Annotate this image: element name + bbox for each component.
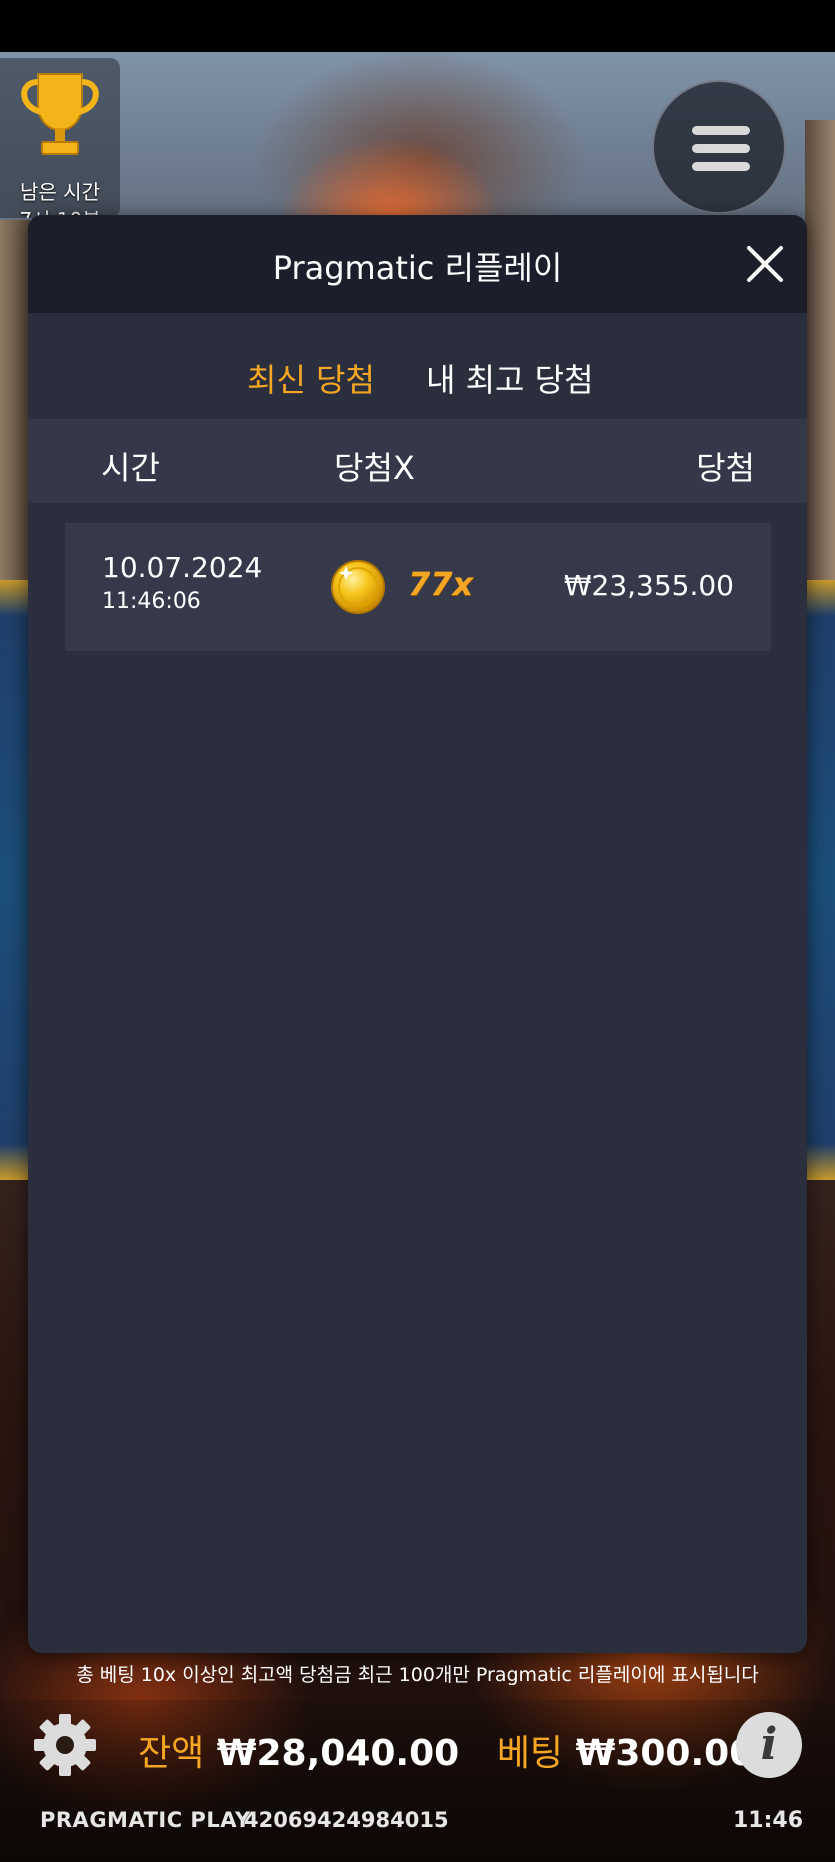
row-multiplier: 77x xyxy=(408,565,474,603)
bet-label: 베팅 xyxy=(496,1733,564,1774)
column-header-time: 시간 xyxy=(101,449,160,487)
close-icon[interactable] xyxy=(743,242,787,286)
bet-value[interactable]: ₩300.00 xyxy=(576,1733,755,1774)
column-header-win: 당첨 xyxy=(696,449,755,487)
replay-modal: Pragmatic 리플레이 최신 당첨 내 최고 당첨 시간 당첨X 당첨 1… xyxy=(28,215,807,1653)
balance-bet-display: 잔액 ₩28,040.00 베팅 ₩300.00 xyxy=(138,1724,754,1776)
brand-label: PRAGMATIC PLAY xyxy=(40,1808,251,1832)
table-row[interactable]: 10.07.2024 11:46:06 77x ₩23,355.00 xyxy=(65,523,771,651)
background-pillar-right xyxy=(805,120,835,640)
hamburger-icon-line xyxy=(692,162,750,171)
column-header-multiplier: 당첨X xyxy=(334,449,415,487)
menu-button[interactable] xyxy=(652,80,786,214)
row-date: 10.07.2024 xyxy=(102,551,263,584)
slot-reel-edge-left xyxy=(0,580,28,1180)
row-win-amount: ₩23,355.00 xyxy=(563,569,734,602)
balance-value: ₩28,040.00 xyxy=(216,1733,460,1774)
balance-label: 잔액 xyxy=(138,1733,205,1774)
background-pillar-left xyxy=(0,220,30,640)
tab-my-best-wins[interactable]: 내 최고 당첨 xyxy=(426,355,594,401)
table-header: 시간 당첨X 당첨 xyxy=(28,419,807,503)
game-clock: 11:46 xyxy=(732,1808,803,1833)
session-id: 42069424984015 xyxy=(244,1808,449,1832)
row-time: 11:46:06 xyxy=(102,589,201,614)
slot-reel-edge-right xyxy=(807,580,835,1180)
gold-coin-icon xyxy=(331,560,385,614)
tabs-bar: 최신 당첨 내 최고 당첨 xyxy=(28,313,807,433)
replay-footnote: 총 베팅 10x 이상인 최고액 당첨금 최근 100개만 Pragmatic … xyxy=(76,1664,759,1686)
hamburger-icon xyxy=(692,126,750,135)
hamburger-icon-line xyxy=(692,144,750,153)
modal-title: Pragmatic 리플레이 xyxy=(272,249,563,287)
info-icon[interactable]: i xyxy=(736,1712,802,1778)
tournament-time-label: 남은 시간 xyxy=(20,180,100,204)
tab-latest-wins[interactable]: 최신 당첨 xyxy=(247,355,375,401)
trophy-icon xyxy=(21,73,99,155)
modal-header: Pragmatic 리플레이 xyxy=(28,215,807,313)
gear-icon[interactable] xyxy=(32,1712,98,1778)
